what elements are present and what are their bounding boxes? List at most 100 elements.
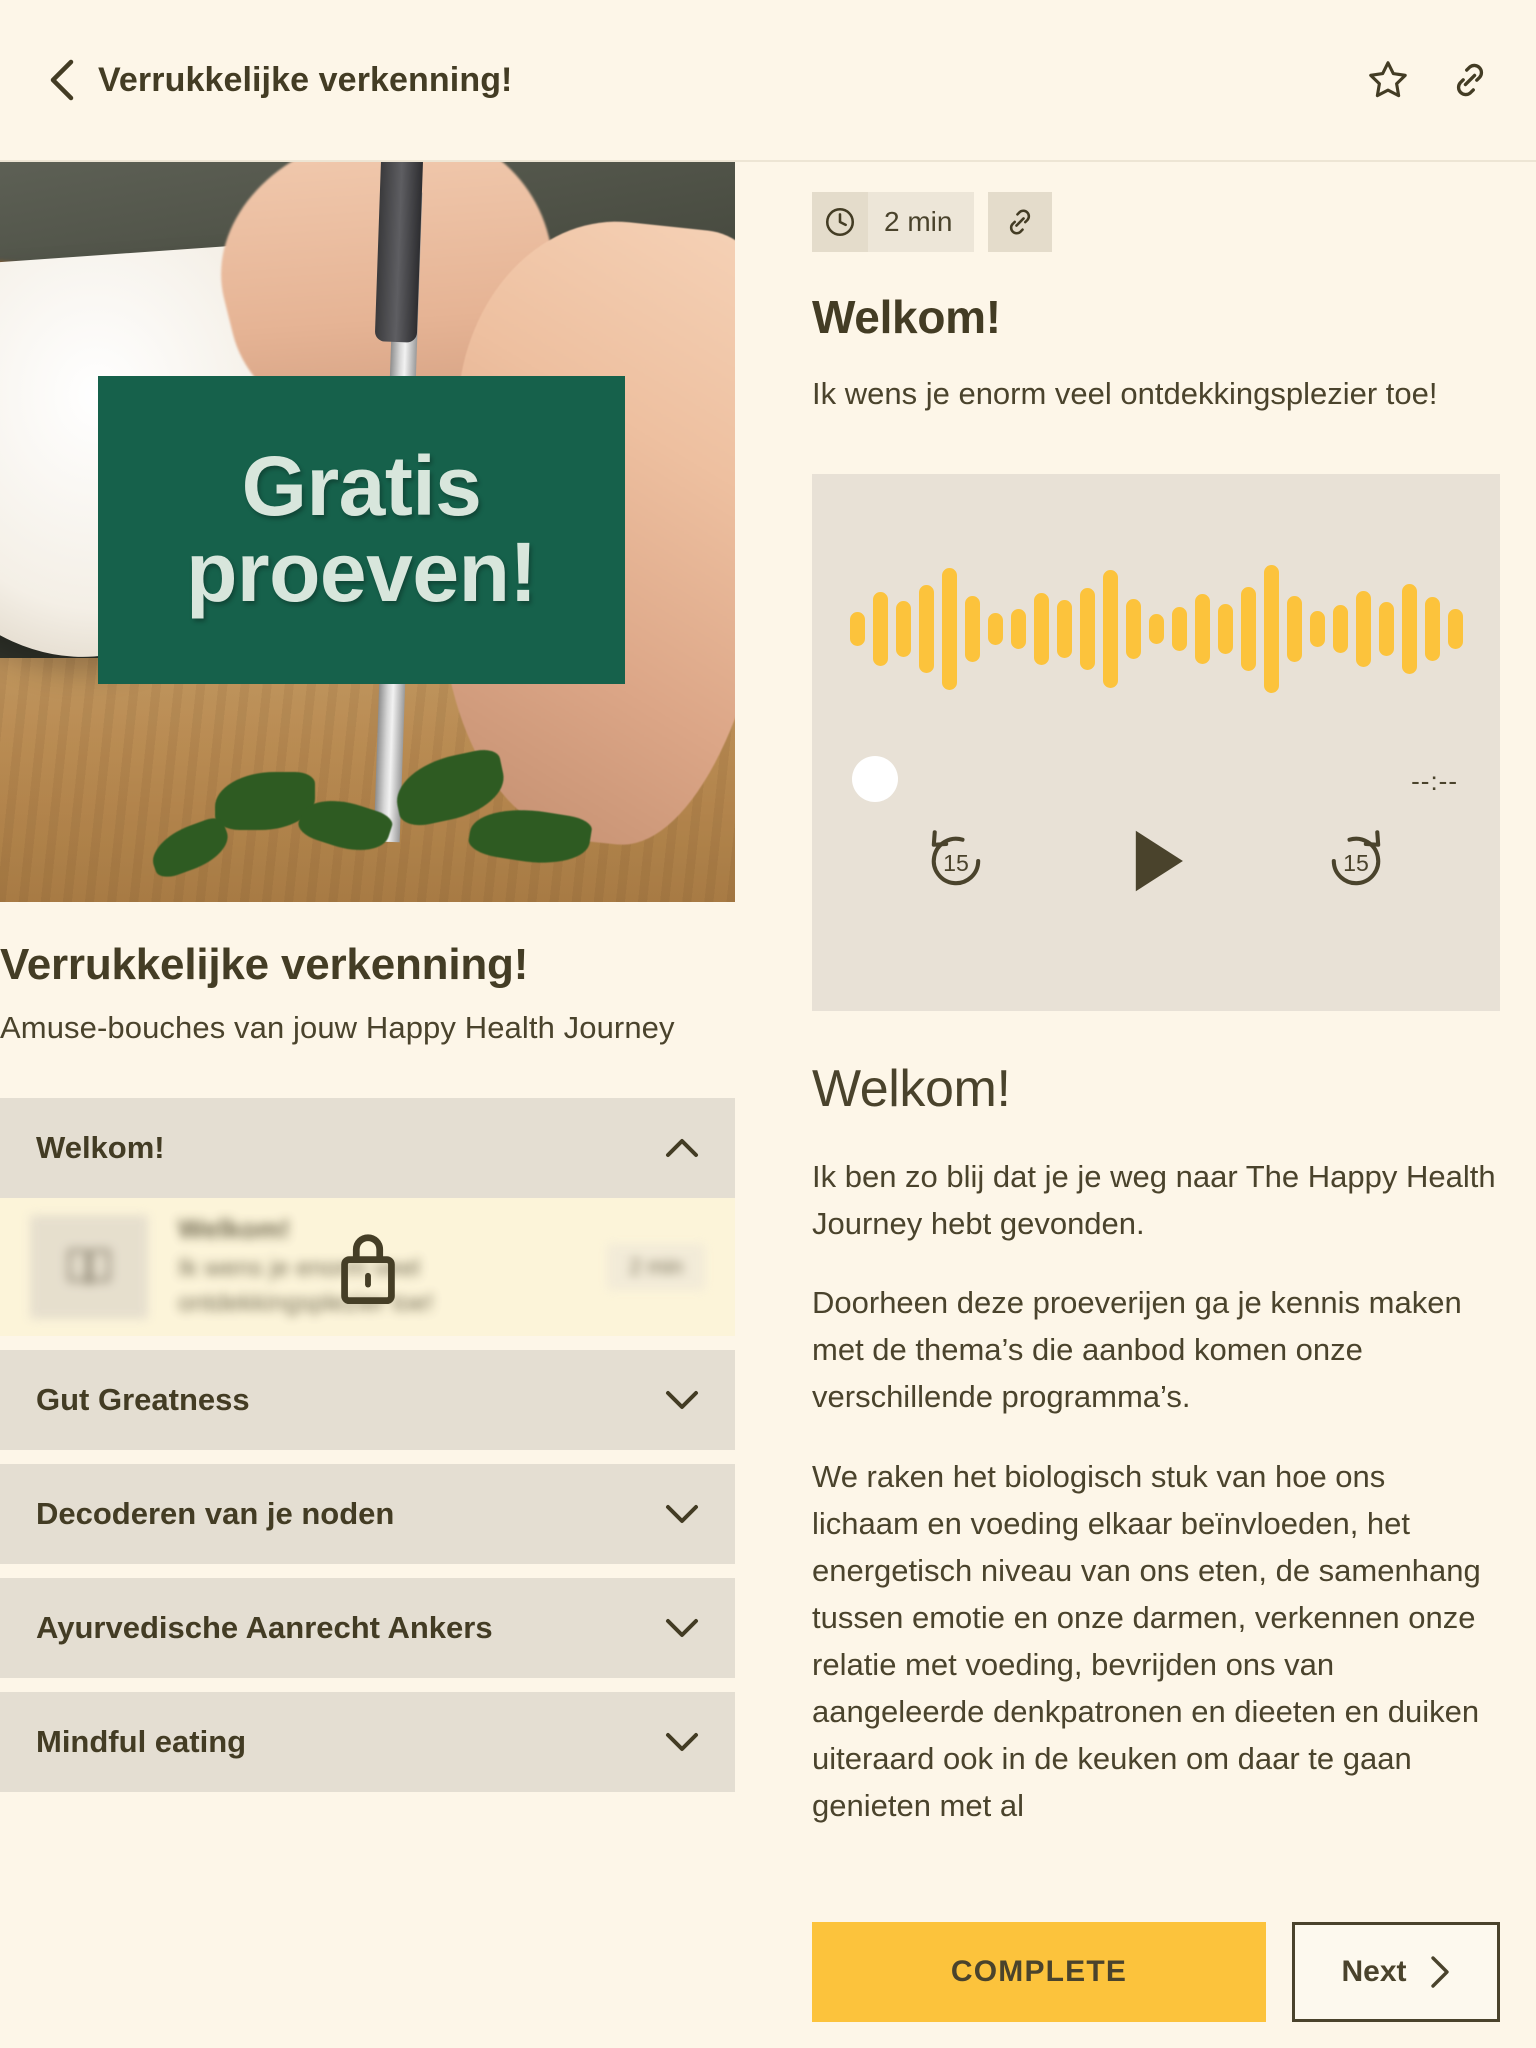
page-title: Verrukkelijke verkenning! [98,60,513,99]
waveform-bar [1079,588,1095,671]
copy-link-button[interactable] [988,192,1053,252]
chevron-down-icon [665,1611,699,1645]
rewind-15-button[interactable]: 15 [919,824,993,898]
star-icon [1369,61,1407,98]
waveform-bar [1332,605,1348,654]
audio-time-remaining: --:-- [1411,766,1458,797]
article-paragraph: Ik ben zo blij dat je je weg naar The Ha… [812,1159,1496,1242]
lesson-actions: COMPLETE Next [812,1922,1500,2022]
forward-15-button[interactable]: 15 [1319,824,1393,898]
course-subtitle: Amuse-bouches van jouw Happy Health Jour… [0,1010,675,1045]
play-icon [1135,830,1183,892]
lesson-heading: Welkom! [812,291,1001,343]
waveform-bar [1401,584,1417,675]
audio-controls: 15 15 [812,824,1500,898]
svg-text:15: 15 [1343,850,1369,876]
next-label: Next [1341,1955,1407,1988]
article-paragraph: Doorheen deze proeverijen ga je kennis m… [812,1285,1462,1415]
lesson-meta: 2 min [812,162,1500,252]
waveform-bar [1240,587,1256,672]
sidebar-item-mindful-eating[interactable]: Mindful eating [0,1692,735,1792]
duration-label: 2 min [884,206,953,237]
page-content: Gratis proeven! Verrukkelijke verkenning… [0,162,1536,2048]
lesson-main: 2 min Welkom! Ik wens je enorm veel ontd… [812,162,1500,1829]
next-button[interactable]: Next [1292,1922,1500,2022]
waveform-bar [1102,570,1118,689]
waveform-bar [1263,565,1279,694]
link-icon [1010,209,1031,235]
waveform-bar [1010,609,1026,650]
waveform-bar [1125,599,1141,660]
hero-banner: Gratis proeven! [98,376,625,684]
waveform-bar [1378,602,1394,657]
course-accordion: Welkom! Welkom! Ik wens je enorm veel on… [0,1098,735,1806]
accordion-label: Decoderen van je noden [36,1496,395,1531]
complete-button[interactable]: COMPLETE [812,1922,1266,2022]
waveform-bar [849,612,865,647]
course-hero-image: Gratis proeven! [0,162,735,902]
waveform-bar [895,601,911,658]
duration-chip: 2 min [812,192,975,252]
favorite-button[interactable] [1362,54,1414,106]
waveform-bar [964,596,980,663]
chevron-down-icon [665,1725,699,1759]
waveform-bar [1171,607,1187,652]
lesson-duration: 2 min [607,1244,705,1290]
waveform-bar [1286,596,1302,663]
waveform-bar [1355,591,1371,668]
audio-player[interactable]: --:-- 15 15 [812,474,1500,1012]
accordion-label: Mindful eating [36,1724,247,1759]
waveform-bar [1424,597,1440,662]
waveform-bar [918,585,934,674]
sidebar-item-gut-greatness[interactable]: Gut Greatness [0,1350,735,1450]
course-sidebar: Gratis proeven! Verrukkelijke verkenning… [0,162,735,1806]
accordion-label: Gut Greatness [36,1382,250,1417]
hero-banner-line1: Gratis [241,439,482,534]
rewind-15-icon: 15 [931,830,981,886]
back-button[interactable] [40,58,84,102]
lesson-thumbnail [30,1215,148,1319]
waveform-bar [1033,593,1049,666]
waveform-bar [1217,604,1233,655]
chevron-left-icon [50,59,74,101]
header-actions [1362,54,1496,106]
svg-text:15: 15 [943,850,969,876]
waveform-bar [1309,611,1325,648]
waveform-bar [872,592,888,667]
lesson-intro: Ik wens je enorm veel ontdekkingsplezier… [812,376,1438,411]
chevron-down-icon [665,1383,699,1417]
top-bar: Verrukkelijke verkenning! [0,0,1536,162]
sidebar-item-ayurvedische-aanrecht-ankers[interactable]: Ayurvedische Aanrecht Ankers [0,1578,735,1678]
play-button[interactable] [1121,824,1191,898]
waveform-bar [1194,594,1210,665]
lesson-description: Ik wens je enorm veel ontdekkingsplezier… [178,1254,434,1317]
lesson-page: Verrukkelijke verkenning! Gratis proeven… [0,0,1536,2048]
lesson-list-item[interactable]: Welkom! Ik wens je enorm veel ontdekking… [0,1198,735,1336]
audio-scrubber-handle[interactable] [852,756,898,803]
link-icon [1456,63,1484,97]
accordion-panel-welkom: Welkom! Ik wens je enorm veel ontdekking… [0,1198,735,1336]
lesson-text: Welkom! Ik wens je enorm veel ontdekking… [178,1214,587,1320]
chevron-right-icon [1430,1956,1449,1988]
chevron-down-icon [665,1497,699,1531]
waveform-bar [941,568,957,691]
article-paragraph: We raken het biologisch stuk van hoe ons… [812,1458,1481,1824]
hero-banner-line2: proeven! [186,525,537,619]
waveform-bar [1148,614,1164,645]
course-title: Verrukkelijke verkenning! [0,940,529,989]
waveform-bar [987,613,1003,646]
chevron-up-icon [665,1131,699,1165]
sidebar-item-welkom[interactable]: Welkom! [0,1098,735,1198]
audio-waveform[interactable] [812,534,1500,724]
article-heading: Welkom! [812,1060,1011,1119]
clock-icon [812,192,868,252]
accordion-label: Ayurvedische Aanrecht Ankers [36,1610,493,1645]
sidebar-item-decoderen-van-je-noden[interactable]: Decoderen van je noden [0,1464,735,1564]
lesson-title: Welkom! [178,1214,291,1244]
share-link-button[interactable] [1444,54,1496,106]
waveform-bar [1447,609,1463,650]
book-icon [67,1249,111,1284]
accordion-label: Welkom! [36,1130,165,1165]
waveform-bar [1056,600,1072,659]
forward-15-icon: 15 [1331,830,1381,886]
